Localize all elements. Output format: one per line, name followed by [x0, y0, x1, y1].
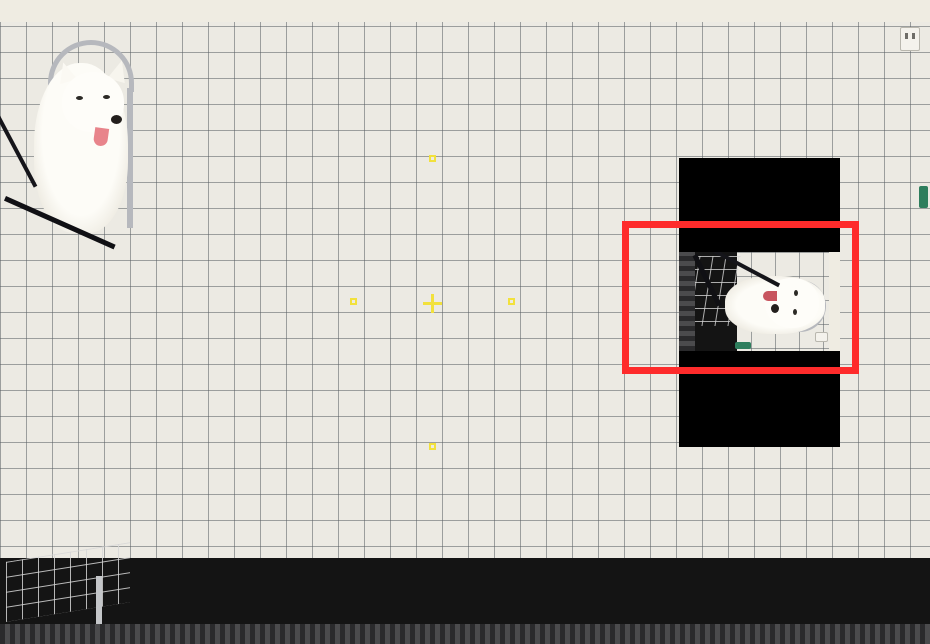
crop-handle-bottom[interactable]: [429, 443, 436, 450]
dog-head-rotated: [765, 278, 819, 328]
dog-eye-left-rotated: [794, 290, 798, 296]
green-object-rotated: [735, 342, 751, 349]
dog-nose-rotated: [771, 304, 779, 313]
dog-nose: [111, 115, 122, 124]
dog-tongue-rotated: [763, 291, 777, 301]
floor-strip-rotated: [679, 252, 695, 351]
dog-eye-left: [76, 96, 83, 100]
ceiling: [0, 0, 930, 22]
ceiling-rotated: [829, 252, 840, 351]
crop-handle-right[interactable]: [508, 298, 515, 305]
crop-handle-left[interactable]: [350, 298, 357, 305]
dog-eye-right: [103, 95, 110, 99]
original-video-frame: [0, 0, 930, 644]
dog-eye-right-rotated: [793, 309, 797, 315]
output-video-frame: [679, 252, 840, 351]
crop-crosshair-icon[interactable]: [423, 294, 442, 313]
crop-handle-top[interactable]: [429, 155, 436, 162]
wall-outlet-rotated: [815, 332, 828, 342]
